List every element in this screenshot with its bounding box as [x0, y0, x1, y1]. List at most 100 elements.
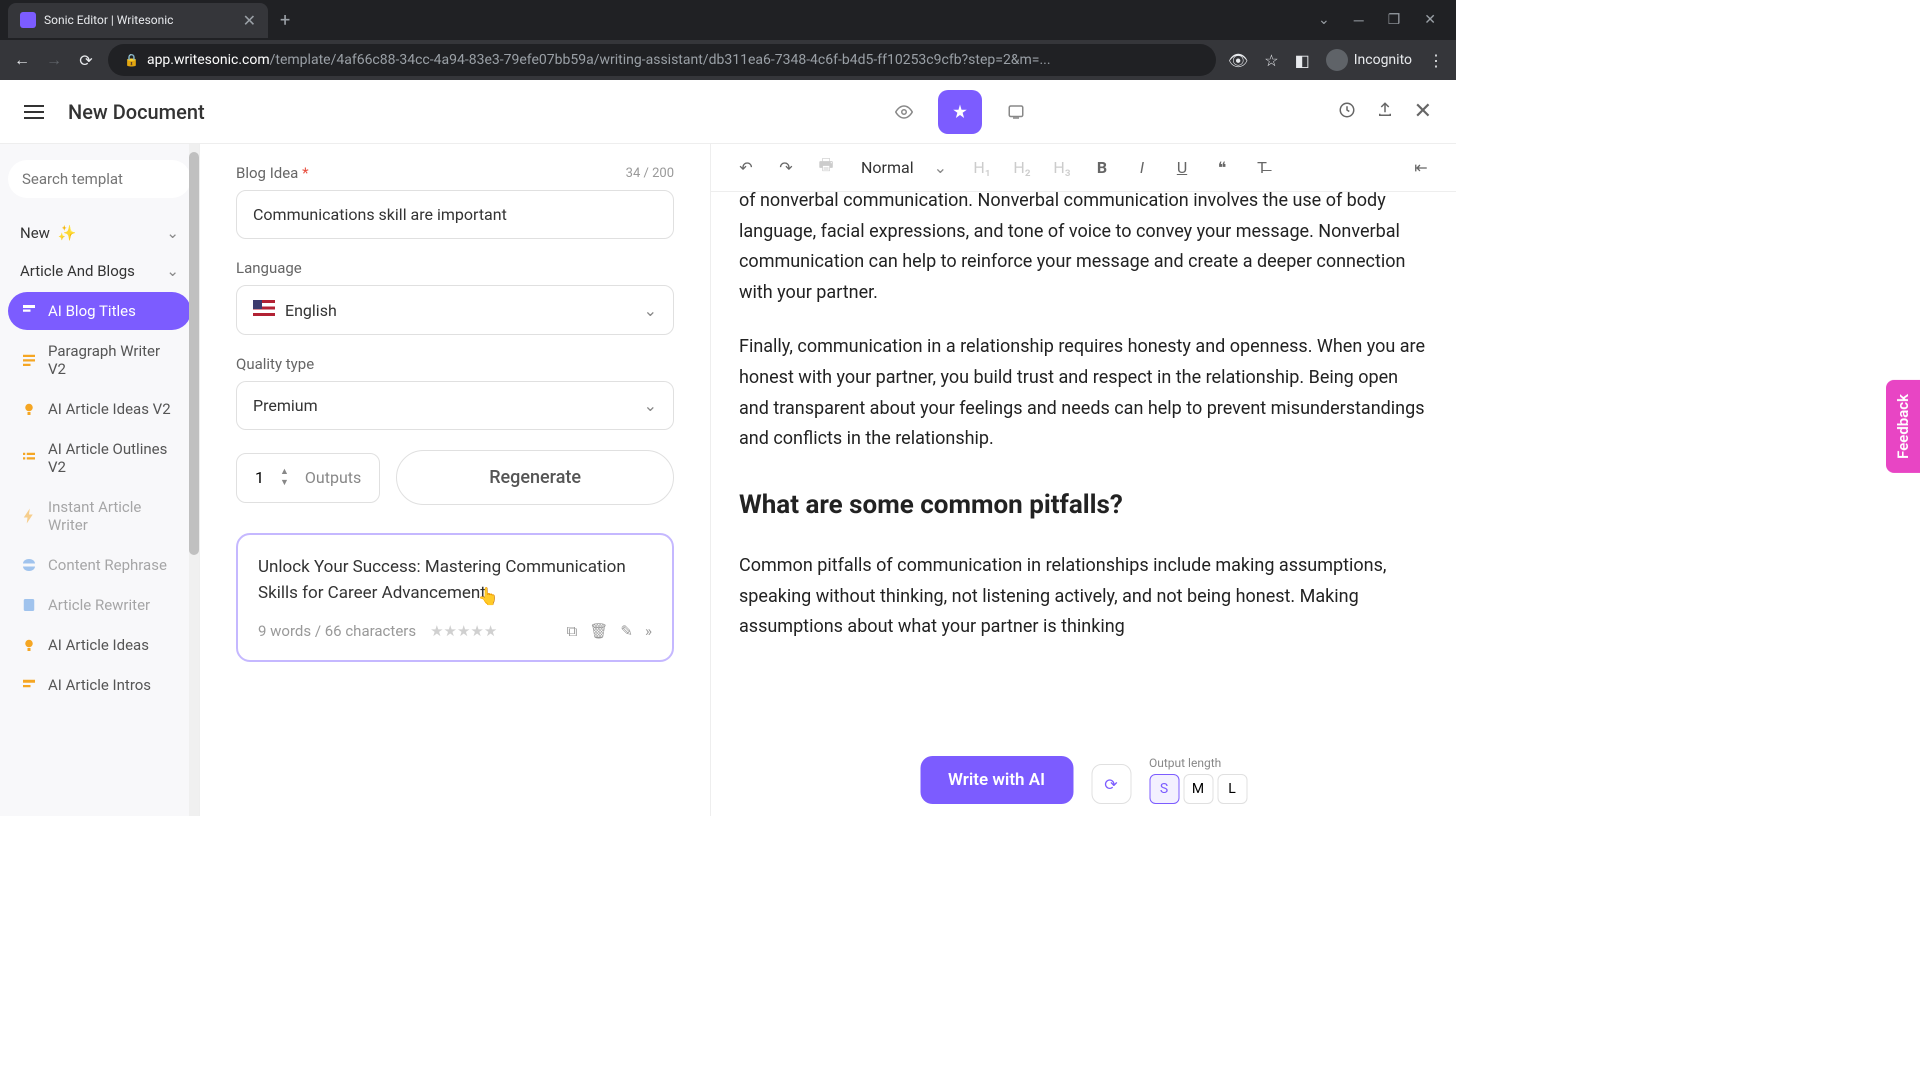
length-option-m[interactable]: M	[1183, 774, 1213, 804]
italic-button[interactable]: I	[1131, 158, 1153, 177]
chevron-down-icon: ⌄	[644, 396, 657, 415]
quote-button[interactable]: ❝	[1211, 158, 1233, 177]
flag-icon	[253, 300, 275, 316]
chevron-down-icon: ⌄	[644, 301, 657, 320]
result-meta: 9 words / 66 characters ★★★★★ ⧉ 🗑 ✎ »	[258, 622, 652, 640]
generate-button[interactable]	[938, 90, 982, 134]
template-icon	[20, 400, 38, 418]
url-field[interactable]: 🔒 app.writesonic.com/template/4af66c88-3…	[108, 44, 1216, 76]
browser-tab[interactable]: Sonic Editor | Writesonic ✕	[8, 3, 268, 38]
chevron-down-icon[interactable]: ▼	[280, 479, 289, 488]
sidebar-item-article-intros[interactable]: AI Article Intros	[8, 666, 191, 704]
close-icon[interactable]: ✕	[243, 11, 256, 30]
window-controls: ⌄ ─ ❐ ✕	[1318, 12, 1448, 29]
sidebar-item-paragraph-writer[interactable]: Paragraph Writer V2	[8, 332, 191, 388]
favicon	[20, 12, 36, 28]
bold-button[interactable]: B	[1091, 158, 1113, 177]
back-button[interactable]: ←	[12, 50, 32, 70]
delete-icon[interactable]: 🗑	[589, 622, 608, 640]
url-text: app.writesonic.com/template/4af66c88-34c…	[147, 52, 1200, 68]
new-tab-button[interactable]: +	[280, 10, 290, 31]
maximize-button[interactable]: ❐	[1388, 12, 1401, 29]
extensions-icon[interactable]: ◧	[1295, 51, 1310, 70]
copy-icon[interactable]: ⧉	[567, 622, 578, 640]
sidebar-section-new[interactable]: New ✨ ⌄	[8, 214, 191, 252]
reload-button[interactable]: ⟳	[76, 51, 96, 70]
blog-idea-input[interactable]	[236, 190, 674, 239]
sparkle-icon: ✨	[58, 224, 77, 242]
h2-button[interactable]: H₂	[1011, 158, 1033, 177]
editor-content[interactable]: of nonverbal communication. Nonverbal co…	[711, 192, 1456, 816]
expand-icon[interactable]: »	[645, 622, 652, 640]
redo-button[interactable]: ↷	[775, 158, 797, 177]
sidebar-item-article-ideas-v2[interactable]: AI Article Ideas V2	[8, 390, 191, 428]
edit-icon[interactable]: ✎	[620, 622, 633, 640]
length-option-s[interactable]: S	[1149, 774, 1179, 804]
lock-icon: 🔒	[124, 53, 139, 67]
paragraph: Finally, communication in a relationship…	[739, 332, 1428, 454]
rating-stars[interactable]: ★★★★★	[430, 622, 497, 640]
editor-toolbar: ↶ ↷ 🖶 Normal⌄ H₁ H₂ H₃ B I U ❝ T̶ ⇤	[711, 144, 1456, 192]
minimize-button[interactable]: ─	[1354, 12, 1364, 29]
sidebar-scrollbar[interactable]	[189, 144, 199, 816]
sidebar-item-content-rephrase[interactable]: Content Rephrase	[8, 546, 191, 584]
history-button[interactable]	[1338, 101, 1356, 123]
align-button[interactable]: ⇤	[1410, 158, 1432, 177]
menu-icon[interactable]: ⋮	[1428, 51, 1444, 70]
result-card[interactable]: Unlock Your Success: Mastering Communica…	[236, 533, 674, 662]
text-style-select[interactable]: Normal⌄	[855, 158, 953, 177]
sidebar-item-article-rewriter[interactable]: Article Rewriter	[8, 586, 191, 624]
h1-button[interactable]: H₁	[971, 158, 993, 177]
sidebar: New ✨ ⌄ Article And Blogs ⌄ AI Blog Titl…	[0, 144, 200, 816]
template-icon	[20, 302, 38, 320]
document-title[interactable]: New Document	[68, 100, 205, 124]
outputs-stepper[interactable]: 1 ▲▼ Outputs	[236, 453, 380, 503]
bottom-action-bar: Write with AI ⟳ Output length S M L	[920, 756, 1247, 804]
quality-select[interactable]: Premium ⌄	[236, 381, 674, 430]
underline-button[interactable]: U	[1171, 158, 1193, 177]
refresh-button[interactable]: ⟳	[1091, 764, 1131, 804]
h3-button[interactable]: H₃	[1051, 158, 1073, 177]
language-select[interactable]: English ⌄	[236, 285, 674, 335]
preview-button[interactable]	[882, 90, 926, 134]
forward-button[interactable]: →	[44, 50, 64, 70]
address-bar: ← → ⟳ 🔒 app.writesonic.com/template/4af6…	[0, 40, 1456, 80]
heading: What are some common pitfalls?	[739, 483, 1428, 527]
incognito-icon	[1326, 49, 1348, 71]
search-input[interactable]	[8, 160, 191, 198]
template-icon	[20, 596, 38, 614]
language-label: Language	[236, 259, 674, 277]
write-with-ai-button[interactable]: Write with AI	[920, 756, 1073, 804]
incognito-indicator[interactable]: Incognito	[1326, 49, 1412, 71]
menu-button[interactable]	[24, 101, 44, 123]
sidebar-item-instant-writer[interactable]: Instant Article Writer	[8, 488, 191, 544]
regenerate-button[interactable]: Regenerate	[396, 450, 674, 505]
share-button[interactable]	[1376, 101, 1394, 123]
sidebar-section-article[interactable]: Article And Blogs ⌄	[8, 252, 191, 290]
close-window-button[interactable]: ✕	[1424, 12, 1436, 29]
template-icon	[20, 449, 38, 467]
dropdown-icon[interactable]: ⌄	[1318, 12, 1330, 29]
chevron-up-icon[interactable]: ▲	[280, 468, 289, 477]
template-icon	[20, 507, 38, 525]
chat-button[interactable]	[994, 90, 1038, 134]
sidebar-item-ai-blog-titles[interactable]: AI Blog Titles	[8, 292, 191, 330]
cursor-icon: 👆	[478, 585, 499, 611]
print-button[interactable]: 🖶	[815, 154, 837, 181]
clear-format-button[interactable]: T̶	[1251, 158, 1273, 178]
result-title: Unlock Your Success: Mastering Communica…	[258, 555, 652, 606]
length-option-l[interactable]: L	[1217, 774, 1247, 804]
undo-button[interactable]: ↶	[735, 158, 757, 177]
template-icon	[20, 556, 38, 574]
bookmark-icon[interactable]: ☆	[1264, 51, 1278, 70]
eye-off-icon[interactable]: 👁	[1228, 51, 1248, 70]
template-icon	[20, 351, 38, 369]
output-length-selector: Output length S M L	[1149, 756, 1247, 804]
close-button[interactable]: ✕	[1414, 99, 1432, 124]
feedback-button[interactable]: Feedback	[1886, 380, 1920, 473]
sidebar-item-article-outlines[interactable]: AI Article Outlines V2	[8, 430, 191, 486]
template-icon	[20, 676, 38, 694]
sidebar-item-article-ideas[interactable]: AI Article Ideas	[8, 626, 191, 664]
paragraph: Common pitfalls of communication in rela…	[739, 551, 1428, 643]
char-count: 34 / 200	[626, 166, 674, 181]
